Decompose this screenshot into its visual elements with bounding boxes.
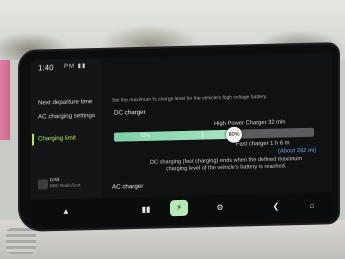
instruction-text: Set the maximum % charge level for the v… bbox=[112, 93, 268, 104]
slider-marker bbox=[202, 131, 203, 139]
charging-limit-panel: Set the maximum % charge level for the v… bbox=[106, 52, 332, 198]
sidebar-item-charging-limit[interactable]: Charging limit bbox=[38, 134, 100, 144]
high-power-charger-time: High Power Charger 32 min bbox=[214, 119, 286, 128]
charge-button-active[interactable]: ⚡ bbox=[170, 199, 188, 217]
clock: 1:40 bbox=[38, 63, 54, 73]
air-vent bbox=[6, 228, 36, 254]
media-source[interactable]: DAB bbox=[50, 177, 59, 182]
estimated-range: (About 242 mi) bbox=[278, 147, 317, 155]
status-icons: PM ▮▮ bbox=[64, 63, 87, 70]
radio-thumbnail[interactable] bbox=[38, 179, 48, 190]
active-indicator bbox=[32, 133, 34, 146]
infotainment-screen: 1:40 PM ▮▮ Next departure time AC chargi… bbox=[30, 52, 332, 226]
slider-value: 80% bbox=[228, 131, 240, 138]
fast-charger-time: Fast charger 1 h 6 m bbox=[236, 140, 290, 148]
seat-icon[interactable]: ▲ bbox=[60, 207, 72, 217]
dc-charger-title: DC charger bbox=[114, 108, 146, 117]
slider-knob[interactable]: 80% bbox=[226, 126, 242, 143]
settings-icon[interactable]: ⚙ bbox=[214, 203, 226, 213]
home-icon[interactable]: ⌂ bbox=[306, 201, 318, 211]
photo-scene: 1:40 PM ▮▮ Next departure time AC chargi… bbox=[0, 0, 345, 259]
slider-low-label: 72% bbox=[140, 132, 151, 140]
slider-fill bbox=[114, 129, 234, 142]
chart-icon[interactable]: ▮▮ bbox=[140, 205, 152, 215]
media-station[interactable]: BBC RadioScot bbox=[50, 182, 81, 188]
ac-charger-title: AC charger bbox=[112, 182, 144, 191]
sidebar-item-next-departure-time[interactable]: Next departure time bbox=[38, 98, 100, 108]
dc-charging-note: DC charging (fast charging) ends when th… bbox=[149, 156, 303, 173]
sidebar-item-ac-charging-settings[interactable]: AC charging settings bbox=[38, 112, 100, 122]
back-icon[interactable]: ❮ bbox=[270, 202, 282, 212]
charge-icon: ⚡ bbox=[176, 202, 182, 213]
pink-post bbox=[0, 60, 10, 140]
